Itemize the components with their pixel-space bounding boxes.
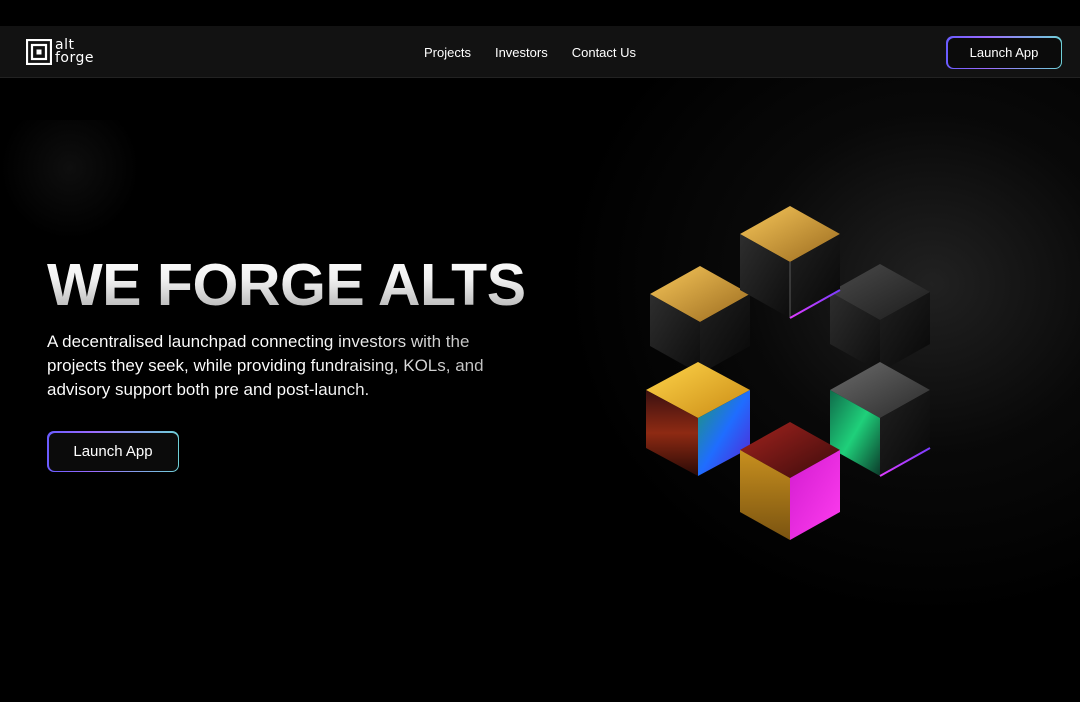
cube-middle-left [646,362,750,476]
top-strip [0,0,1080,26]
main-nav: Projects Investors Contact Us [424,26,636,78]
logo-wordmark: alt forge [55,38,95,66]
hero-description: A decentralised launchpad connecting inv… [47,330,517,402]
cube-top-left [650,266,752,374]
logo[interactable]: alt forge [26,38,94,66]
alt-forge-logo-icon [26,39,52,65]
nav-link-projects[interactable]: Projects [424,45,471,60]
logo-text-forge: forge [55,50,95,66]
hero-launch-app-button[interactable]: Launch App [47,431,179,472]
nav-link-contact-us[interactable]: Contact Us [572,45,636,60]
hero-title: WE FORGE ALTS [47,252,526,318]
navbar: alt forge Projects Investors Contact Us … [0,26,1080,78]
background-glow-left [0,120,140,240]
landing-page: alt forge Projects Investors Contact Us … [0,0,1080,702]
cube-top-right [830,264,930,372]
nav-launch-app-button[interactable]: Launch App [946,36,1062,69]
cube-top-center [740,206,841,319]
hero-launch-app-label: Launch App [48,432,178,471]
hero-cubes-illustration [646,206,931,540]
cube-middle-right [830,362,931,477]
nav-launch-app-label: Launch App [947,37,1061,68]
nav-link-investors[interactable]: Investors [495,45,548,60]
cube-bottom-center [740,422,840,540]
